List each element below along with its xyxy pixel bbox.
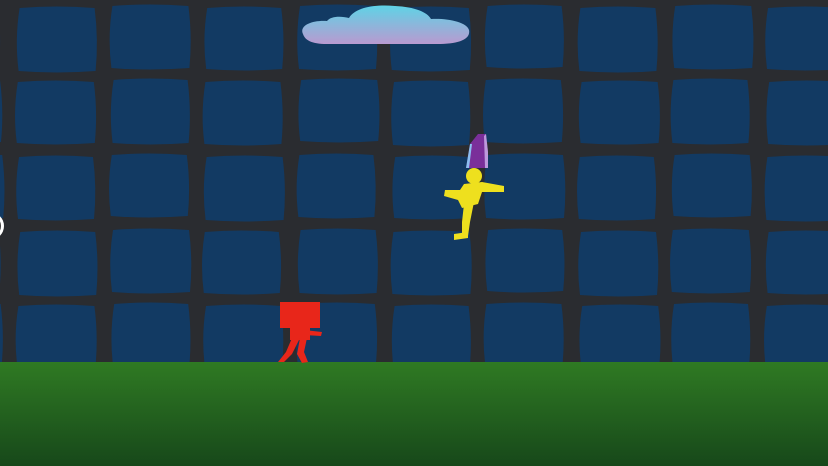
wall-tile xyxy=(671,302,751,362)
wall-tile xyxy=(298,78,380,143)
wall-tile xyxy=(16,155,96,221)
wall-tile xyxy=(296,153,376,219)
cloud xyxy=(302,5,470,44)
wall-tile xyxy=(671,153,752,218)
yellow-fighter-head xyxy=(466,168,482,184)
wall-tile xyxy=(111,302,191,362)
wall-tile xyxy=(202,230,282,295)
yellow-fighter-body xyxy=(444,182,504,208)
wall-tile xyxy=(484,4,564,69)
wall-tile xyxy=(15,304,97,362)
wall-tiles xyxy=(0,4,828,362)
wall-tile xyxy=(765,230,828,295)
wall-tile xyxy=(765,6,828,71)
yellow-fighter-foot xyxy=(454,232,468,240)
wall-tile xyxy=(109,153,190,218)
wall-tile xyxy=(764,155,828,222)
red-fighter-leg-back xyxy=(278,338,300,362)
wall-tile xyxy=(17,230,98,297)
wall-tile xyxy=(16,6,97,73)
game-scene xyxy=(0,0,828,466)
wall-tile xyxy=(579,304,661,362)
wall-tile xyxy=(670,228,752,294)
yellow-fighter-leg xyxy=(462,202,474,236)
wall-tile xyxy=(203,304,284,362)
wall-tile xyxy=(202,80,283,146)
circle-button-icon[interactable] xyxy=(0,208,6,244)
red-fighter-head xyxy=(280,302,320,328)
wall-tile xyxy=(297,228,378,295)
wall-tile xyxy=(577,6,658,73)
yellow-fighter xyxy=(444,134,504,240)
wall-tile xyxy=(15,80,97,145)
wall-tile xyxy=(110,228,192,294)
grass-ground xyxy=(0,362,828,466)
red-fighter xyxy=(278,302,322,363)
wall-tile xyxy=(203,155,285,222)
wall-tile xyxy=(766,80,828,146)
wall-tile xyxy=(483,302,564,362)
wall-tile xyxy=(578,80,660,145)
wall-tile xyxy=(110,78,190,145)
red-fighter-arm xyxy=(304,330,322,336)
brick-wall-background xyxy=(0,0,828,362)
wall-tile xyxy=(764,304,828,362)
wall-tile xyxy=(670,78,750,145)
wall-tile xyxy=(391,304,471,362)
red-fighter-leg-front xyxy=(297,338,308,363)
wall-tile xyxy=(109,4,191,70)
wall-tile xyxy=(577,155,657,221)
wall-tile xyxy=(578,230,659,297)
wall-tile xyxy=(672,4,754,70)
wall-tile xyxy=(204,6,284,71)
